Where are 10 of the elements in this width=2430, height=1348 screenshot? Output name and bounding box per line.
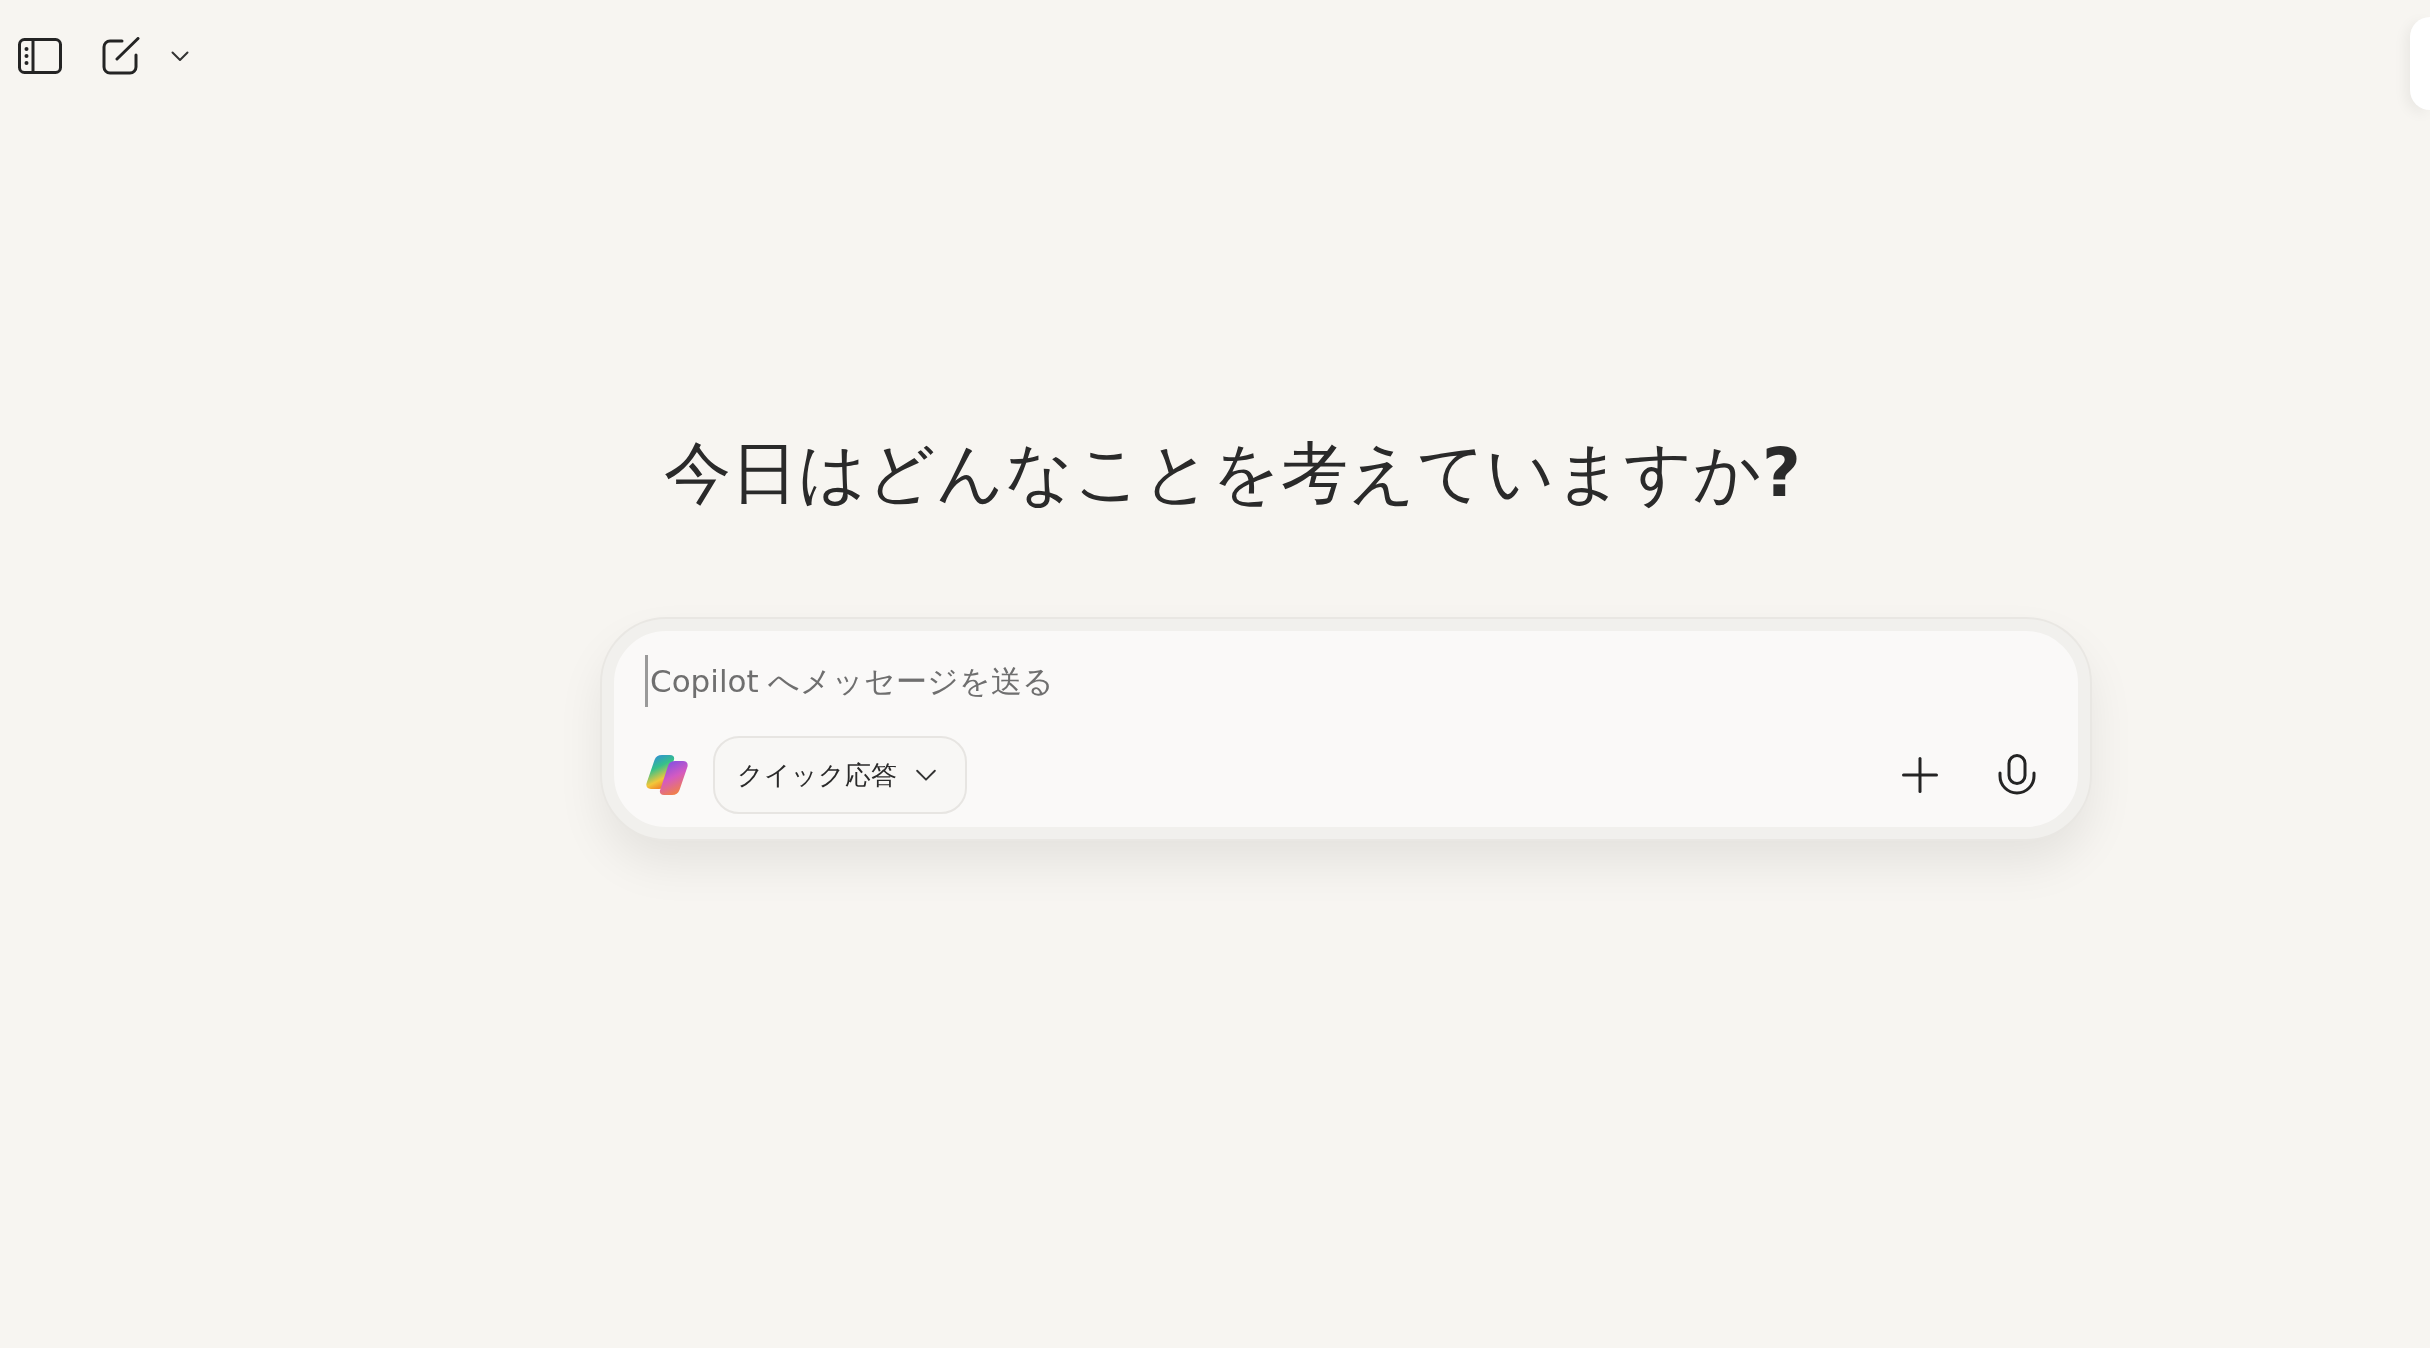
response-mode-dropdown[interactable]: クイック応答 xyxy=(713,736,967,815)
compose-icon xyxy=(102,37,140,75)
microphone-icon xyxy=(1998,754,2036,797)
plus-icon xyxy=(1902,757,1938,794)
chevron-down-icon xyxy=(171,50,189,62)
sidebar-icon xyxy=(18,38,62,74)
copilot-logo-icon xyxy=(645,754,689,797)
message-input[interactable]: Copilot へメッセージを送る xyxy=(645,655,1445,708)
greeting-heading: 今日はどんなことを考えていますか? xyxy=(664,433,1801,514)
chevron-down-icon xyxy=(915,768,937,782)
